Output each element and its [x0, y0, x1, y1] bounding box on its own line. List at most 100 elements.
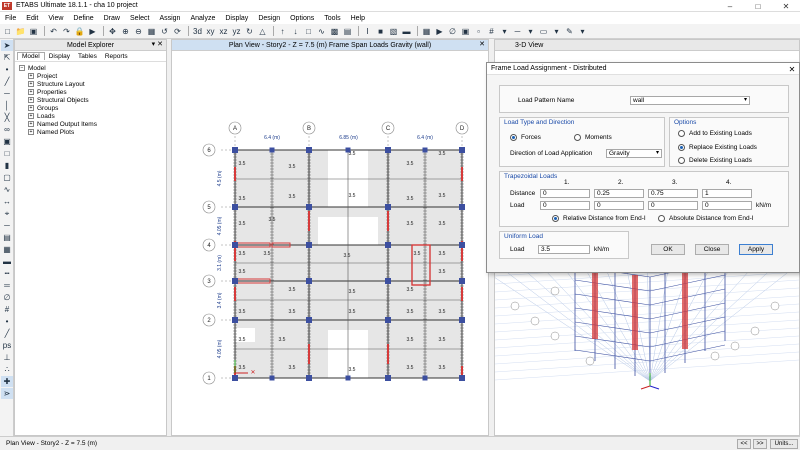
expand-icon[interactable]: +: [28, 89, 34, 95]
view-plan-icon[interactable]: xy: [205, 26, 216, 37]
move-down-icon[interactable]: ↓: [290, 26, 301, 37]
plan-view-close-icon[interactable]: ✕: [479, 40, 485, 48]
snap-ps-icon[interactable]: ps: [1, 340, 13, 351]
draw-column-icon[interactable]: │: [1, 100, 13, 111]
refresh-icon[interactable]: ⟳: [172, 26, 183, 37]
select-icon[interactable]: ▶: [434, 26, 445, 37]
dropdown-4-icon[interactable]: ▾: [577, 26, 588, 37]
design-concrete-icon[interactable]: ■: [375, 26, 386, 37]
snap-intersect-icon[interactable]: ✚: [1, 376, 13, 387]
draw-rect-floor-icon[interactable]: □: [1, 148, 13, 159]
draw-slab-icon[interactable]: ▬: [1, 256, 13, 267]
load-4-input[interactable]: 0: [702, 201, 752, 210]
expand-icon[interactable]: +: [28, 97, 34, 103]
show-forces-icon[interactable]: ▩: [329, 26, 340, 37]
draw-beam-icon[interactable]: ─: [1, 88, 13, 99]
zoom-out-icon[interactable]: ⊖: [133, 26, 144, 37]
replace-existing-radio[interactable]: [678, 144, 685, 151]
draw-floor-icon[interactable]: ▣: [1, 136, 13, 147]
redo-icon[interactable]: ↷: [61, 26, 72, 37]
draw-section-cut-icon[interactable]: ─: [1, 220, 13, 231]
tree-item-structure-layout[interactable]: + Structure Layout: [19, 80, 166, 88]
distance-1-input[interactable]: 0: [540, 189, 590, 198]
select-all-icon[interactable]: ▦: [421, 26, 432, 37]
menu-select[interactable]: Select: [125, 15, 154, 22]
draw-tendon-icon[interactable]: ∿: [1, 184, 13, 195]
plan-view-window[interactable]: Plan View - Story2 - Z = 7.5 (m) Frame S…: [171, 39, 489, 436]
menu-tools[interactable]: Tools: [319, 15, 345, 22]
undo-icon[interactable]: ↶: [48, 26, 59, 37]
reshape-icon[interactable]: ⇱: [1, 52, 13, 63]
expand-icon[interactable]: +: [28, 73, 34, 79]
next-view-button[interactable]: >>: [753, 439, 767, 449]
move-up-icon[interactable]: ↑: [277, 26, 288, 37]
line-style-icon[interactable]: ─: [512, 26, 523, 37]
clear-selection-icon[interactable]: ∅: [447, 26, 458, 37]
tree-item-named-plots[interactable]: + Named Plots: [19, 128, 166, 136]
forces-radio[interactable]: [510, 134, 517, 141]
relative-distance-radio[interactable]: [552, 215, 559, 222]
tree-item-loads[interactable]: + Loads: [19, 112, 166, 120]
view-3d-icon[interactable]: 3d: [192, 26, 203, 37]
delete-existing-radio[interactable]: [678, 157, 685, 164]
menu-define[interactable]: Define: [68, 15, 98, 22]
show-tables-icon[interactable]: ▤: [342, 26, 353, 37]
grid-icon[interactable]: #: [486, 26, 497, 37]
distance-2-input[interactable]: 0.25: [594, 189, 644, 198]
ok-button[interactable]: OK: [651, 244, 685, 255]
tree-item-properties[interactable]: + Properties: [19, 88, 166, 96]
dropdown-2-icon[interactable]: ▾: [525, 26, 536, 37]
snap-perp-icon[interactable]: ⊥: [1, 352, 13, 363]
tree-item-project[interactable]: + Project: [19, 72, 166, 80]
tree-item-groups[interactable]: + Groups: [19, 104, 166, 112]
collapse-icon[interactable]: −: [19, 65, 25, 71]
expand-icon[interactable]: +: [28, 129, 34, 135]
run-analysis-icon[interactable]: ▶: [87, 26, 98, 37]
minimize-button[interactable]: –: [716, 0, 744, 12]
expand-icon[interactable]: +: [28, 121, 34, 127]
pan-icon[interactable]: ✥: [107, 26, 118, 37]
plan-drawing[interactable]: A B C D6.4 (m) 6.85 (m) 6.4 (m)6543214.5 (m)4…: [172, 51, 488, 435]
dropdown-icon[interactable]: ▾: [499, 26, 510, 37]
close-button[interactable]: Close: [695, 244, 729, 255]
absolute-distance-radio[interactable]: [658, 215, 665, 222]
moments-radio[interactable]: [574, 134, 581, 141]
tree-item-named-output-items[interactable]: + Named Output Items: [19, 120, 166, 128]
perspective-icon[interactable]: △: [257, 26, 268, 37]
close-window-button[interactable]: ✕: [772, 0, 800, 12]
direction-select[interactable]: Gravity ▾: [606, 149, 662, 158]
draw-wall-icon[interactable]: ▮: [1, 160, 13, 171]
draw-grid-icon[interactable]: #: [1, 304, 13, 315]
draw-joint-icon[interactable]: •: [1, 64, 13, 75]
draw-null-icon[interactable]: ∅: [1, 292, 13, 303]
design-slab-icon[interactable]: ▬: [401, 26, 412, 37]
tab-tables[interactable]: Tables: [74, 53, 101, 60]
apply-button[interactable]: Apply: [739, 244, 773, 255]
dialog-close-icon[interactable]: ✕: [785, 63, 799, 75]
tree-item-structural-objects[interactable]: + Structural Objects: [19, 96, 166, 104]
snap-end-icon[interactable]: ⋗: [1, 388, 13, 399]
auto-mesh-icon[interactable]: ▦: [1, 244, 13, 255]
menu-draw[interactable]: Draw: [99, 15, 125, 22]
draw-wall-stack-icon[interactable]: ▤: [1, 232, 13, 243]
previous-view-button[interactable]: <<: [737, 439, 751, 449]
save-icon[interactable]: ▣: [28, 26, 39, 37]
expand-icon[interactable]: +: [28, 113, 34, 119]
expand-icon[interactable]: +: [28, 105, 34, 111]
expand-icon[interactable]: +: [28, 81, 34, 87]
menu-assign[interactable]: Assign: [154, 15, 185, 22]
tree-item-model[interactable]: − Model: [19, 64, 166, 72]
tab-display[interactable]: Display: [45, 53, 74, 60]
uniform-load-input[interactable]: 3.5: [538, 245, 590, 254]
draw-link-icon[interactable]: ∞: [1, 124, 13, 135]
tab-model[interactable]: Model: [17, 52, 45, 60]
tab-reports[interactable]: Reports: [101, 53, 132, 60]
load-2-input[interactable]: 0: [594, 201, 644, 210]
view-side-icon[interactable]: yz: [231, 26, 242, 37]
load-3-input[interactable]: 0: [648, 201, 698, 210]
section-cut-icon[interactable]: ▫: [473, 26, 484, 37]
draw-frame-icon[interactable]: ╱: [1, 76, 13, 87]
show-deformed-icon[interactable]: ∿: [316, 26, 327, 37]
draw-brace-icon[interactable]: ╳: [1, 112, 13, 123]
load-1-input[interactable]: 0: [540, 201, 590, 210]
